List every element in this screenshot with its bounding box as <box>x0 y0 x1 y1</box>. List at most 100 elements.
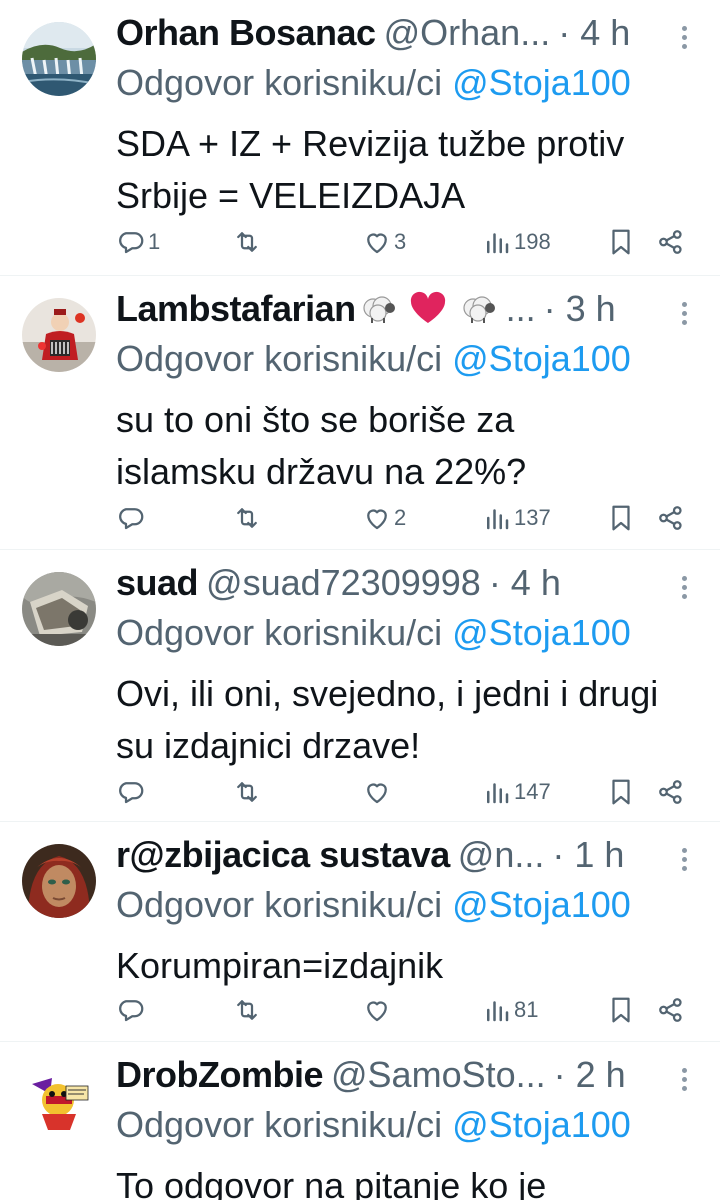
user-handle[interactable]: @SamoSto... <box>331 1054 546 1096</box>
tweet-item[interactable]: suad @suad72309998 · 4 h Odgovor korisni… <box>0 550 720 822</box>
reply-button[interactable]: 1 <box>116 227 160 257</box>
sheep-icon <box>463 296 495 323</box>
reply-prefix: Odgovor korisniku/ci <box>116 1104 453 1145</box>
heart-icon <box>367 233 387 254</box>
timestamp[interactable]: · 3 h <box>544 288 616 330</box>
views-icon <box>487 509 509 530</box>
share-button[interactable] <box>656 227 686 257</box>
user-handle[interactable]: @suad72309998 <box>206 562 481 604</box>
more-options-icon[interactable] <box>682 302 690 329</box>
like-button[interactable] <box>362 995 394 1025</box>
reply-icon <box>119 782 144 804</box>
timestamp[interactable]: · 2 h <box>554 1054 626 1096</box>
retweet-button[interactable] <box>232 995 262 1025</box>
avatar[interactable] <box>22 1064 96 1138</box>
sheep-icon <box>362 296 395 323</box>
share-button[interactable] <box>656 995 686 1025</box>
reply-feed: Orhan Bosanac @Orhan... · 4 h Odgovor ko… <box>0 0 720 1200</box>
views-count: 137 <box>514 505 551 530</box>
timestamp[interactable]: · 1 h <box>552 834 624 876</box>
views-icon <box>487 233 509 254</box>
mention-link[interactable]: @Stoja100 <box>452 612 631 653</box>
bookmark-button[interactable] <box>606 995 636 1025</box>
avatar[interactable] <box>22 572 96 646</box>
user-handle[interactable]: ... <box>506 288 536 330</box>
bookmark-button[interactable] <box>606 777 636 807</box>
avatar-image <box>22 298 96 372</box>
like-count: 2 <box>394 505 407 530</box>
bookmark-button[interactable] <box>606 503 636 533</box>
avatar-image <box>22 22 96 96</box>
bookmark-icon <box>612 229 630 255</box>
views-count: 147 <box>514 779 551 804</box>
reply-icon <box>119 232 144 254</box>
reply-prefix: Odgovor korisniku/ci <box>116 338 453 379</box>
reply-button[interactable] <box>116 995 148 1025</box>
reply-context: Odgovor korisniku/ci @Stoja100 <box>116 338 700 390</box>
reply-context: Odgovor korisniku/ci @Stoja100 <box>116 62 700 114</box>
views-button[interactable]: 137 <box>482 503 551 533</box>
more-options-icon[interactable] <box>682 848 690 875</box>
action-bar: 81 <box>116 990 690 1030</box>
reply-prefix: Odgovor korisniku/ci <box>116 62 453 103</box>
display-name[interactable]: Lambstafarian <box>116 288 356 330</box>
like-button[interactable]: 2 <box>362 503 406 533</box>
more-options-icon[interactable] <box>682 26 690 53</box>
bookmark-button[interactable] <box>606 227 636 257</box>
heart-icon <box>367 783 387 804</box>
reply-count: 1 <box>148 229 161 254</box>
tweet-item[interactable]: r@zbijacica sustava @n... · 1 h Odgovor … <box>0 822 720 1042</box>
timestamp[interactable]: · 4 h <box>489 562 561 604</box>
share-button[interactable] <box>656 777 686 807</box>
reply-prefix: Odgovor korisniku/ci <box>116 884 453 925</box>
tweet-item[interactable]: Lambstafarian ... · 3 h Odgovor korisnik… <box>0 276 720 550</box>
display-name[interactable]: Orhan Bosanac <box>116 12 376 54</box>
reply-button[interactable] <box>116 503 148 533</box>
share-icon <box>659 780 682 804</box>
action-bar: 147 <box>116 772 690 812</box>
mention-link[interactable]: @Stoja100 <box>452 62 631 103</box>
bookmark-icon <box>612 505 630 531</box>
action-bar: 1 3 198 <box>116 222 690 262</box>
retweet-button[interactable] <box>232 503 262 533</box>
mention-link[interactable]: @Stoja100 <box>452 338 631 379</box>
retweet-icon <box>237 782 257 802</box>
share-button[interactable] <box>656 503 686 533</box>
avatar[interactable] <box>22 844 96 918</box>
timestamp[interactable]: · 4 h <box>558 12 630 54</box>
views-icon <box>487 783 509 804</box>
tweet-item[interactable]: DrobZombie @SamoSto... · 2 h Odgovor kor… <box>0 1042 720 1200</box>
like-button[interactable]: 3 <box>362 227 406 257</box>
like-button[interactable] <box>362 777 394 807</box>
display-name[interactable]: DrobZombie <box>116 1054 324 1096</box>
views-count: 198 <box>514 229 551 254</box>
reply-button[interactable] <box>116 777 148 807</box>
retweet-icon <box>237 232 257 252</box>
reply-context: Odgovor korisniku/ci @Stoja100 <box>116 612 700 664</box>
display-name[interactable]: r@zbijacica sustava <box>116 834 450 876</box>
tweet-item[interactable]: Orhan Bosanac @Orhan... · 4 h Odgovor ko… <box>0 0 720 276</box>
share-icon <box>659 998 682 1022</box>
views-button[interactable]: 198 <box>482 227 551 257</box>
mention-link[interactable]: @Stoja100 <box>452 884 631 925</box>
views-button[interactable]: 147 <box>482 777 551 807</box>
share-icon <box>659 230 682 254</box>
bookmark-icon <box>612 779 630 805</box>
avatar[interactable] <box>22 22 96 96</box>
retweet-button[interactable] <box>232 777 262 807</box>
tweet-text: Ovi, ili oni, svejedno, i jedni i drugi … <box>116 673 659 766</box>
retweet-button[interactable] <box>232 227 262 257</box>
display-name[interactable]: suad <box>116 562 199 604</box>
views-button[interactable]: 81 <box>482 995 538 1025</box>
more-options-icon[interactable] <box>682 1068 690 1095</box>
mention-link[interactable]: @Stoja100 <box>452 1104 631 1145</box>
action-bar: 2 137 <box>116 498 690 538</box>
avatar[interactable] <box>22 298 96 372</box>
red-heart-icon <box>410 291 445 323</box>
reply-prefix: Odgovor korisniku/ci <box>116 612 453 653</box>
like-count: 3 <box>394 229 407 254</box>
more-options-icon[interactable] <box>682 576 690 603</box>
avatar-image <box>22 572 96 646</box>
user-handle[interactable]: @Orhan... <box>384 12 551 54</box>
user-handle[interactable]: @n... <box>458 834 545 876</box>
